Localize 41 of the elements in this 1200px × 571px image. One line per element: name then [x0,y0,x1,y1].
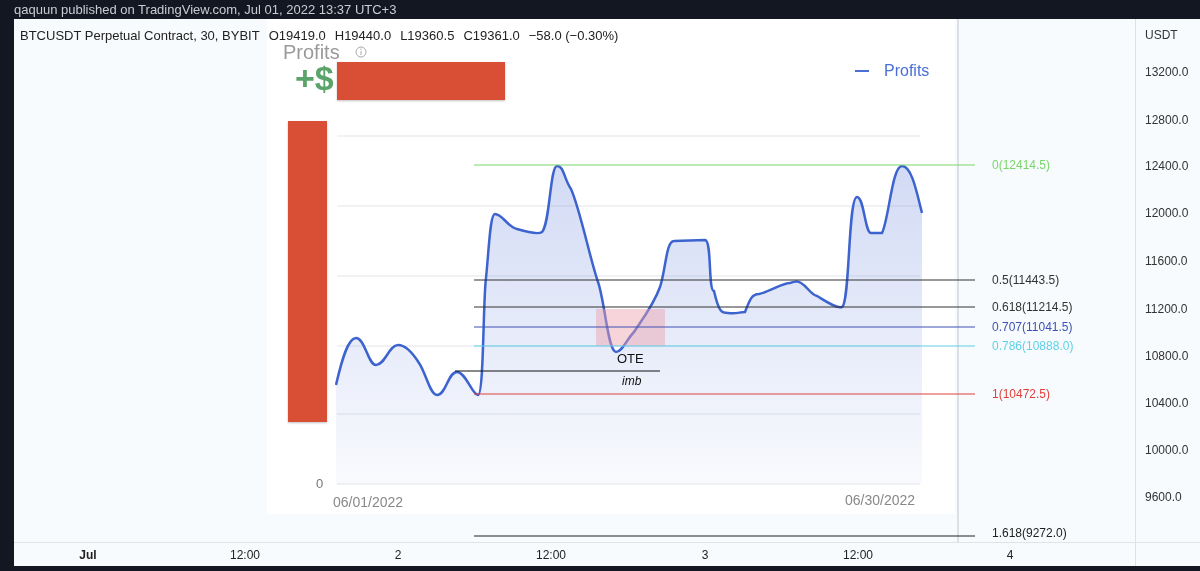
currency-label: USDT [1145,28,1178,42]
legend-line-icon [855,70,869,72]
price-label: 10400.0 [1145,396,1189,410]
price-label: 12800.0 [1145,113,1189,127]
ohlc-legend-text: O19419.0 [268,28,326,43]
ote-zone [596,309,665,346]
ohlc-legend-text: H19440.0 [334,28,392,43]
price-label: 12400.0 [1145,159,1189,173]
fib-level-label: 0.618(11214.5) [992,300,1073,314]
ohlc-legend-text: −58.0 (−0.30%) [528,28,619,43]
fib-level-label: 0(12414.5) [992,158,1051,172]
time-label: Jul [79,548,97,562]
fib-level-label: 0.786(10888.0) [992,339,1074,353]
publish-info: qaquun published on TradingView.com, Jul 01, 2022 13:37 UTC+3 [14,2,397,17]
price-label: 11200.0 [1145,302,1188,316]
time-label: 2 [394,548,402,562]
series-legend: Profits [884,62,930,80]
time-label: 12:00 [536,548,566,562]
ohlc-legend-text: BTCUSDT Perpetual Contract, 30, BYBIT [20,28,260,43]
info-icon [355,46,367,58]
time-label: 3 [701,548,709,562]
time-label: 12:00 [843,548,873,562]
ote-label: OTE [617,351,644,366]
fib-level-label: 1.618(9272.0) [992,526,1067,540]
fib-level-label: 0.5(11443.5) [992,273,1060,287]
ohlc-legend-text: L19360.5 [400,28,455,43]
date-label: 06/01/2022 [333,494,404,510]
price-label: 9600.0 [1145,490,1182,504]
price-label: 12000.0 [1145,206,1189,220]
price-label: 11600.0 [1145,254,1188,268]
fib-level-label: 0.707(11041.5) [992,320,1073,334]
price-label: 10000.0 [1145,443,1189,457]
price-label: 13200.0 [1145,65,1189,79]
imbalance-label: imb [622,374,642,388]
time-label: 12:00 [230,548,260,562]
date-label: 06/30/2022 [845,492,916,508]
ohlc-legend-text: C19361.0 [463,28,520,43]
y-axis-label: 0 [316,476,324,491]
time-label: 4 [1006,548,1014,562]
fib-level-label: 1(10472.5) [992,387,1051,401]
price-label: 10800.0 [1145,349,1189,363]
